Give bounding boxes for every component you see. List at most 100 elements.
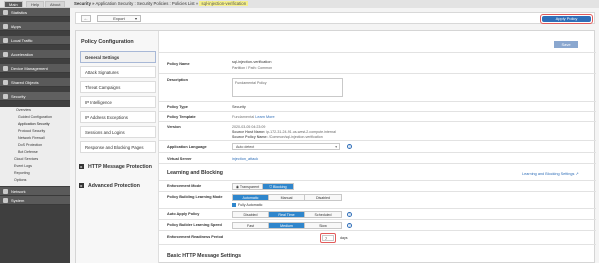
nav-sessions-and-logins[interactable]: Sessions and Logins (80, 126, 156, 138)
source-host-value: ip-172-31-24-91.us-west-2.compute.intern… (266, 130, 336, 134)
speed-slow-option[interactable]: Slow (305, 223, 341, 228)
partition-label: Partition / Path: (232, 66, 257, 70)
builder-mode-toggle: Automatic Manual Disabled (232, 194, 342, 201)
row-virtual-server: Virtual Server injection_attack (159, 152, 596, 163)
row-policy-template: Policy Template Fundamental Learn More (159, 111, 596, 121)
submenu-application-security[interactable]: Application Security (0, 121, 70, 127)
learning-speed-label: Policy Builder Learning Speed (167, 223, 222, 227)
tab-main[interactable]: Main (4, 1, 23, 7)
row-policy-type: Policy Type Security (159, 101, 596, 111)
help-icon[interactable]: ? (347, 212, 352, 217)
auto-apply-label: Auto Apply Policy (167, 212, 200, 216)
submenu-network-firewall[interactable]: Network Firewall (0, 135, 70, 141)
nav-response-blocking-pages[interactable]: Response and Blocking Pages (80, 141, 156, 153)
enforcement-mode-toggle: ◉ Transparent ⛉ Blocking (232, 183, 294, 190)
builder-manual-option[interactable]: Manual (269, 195, 305, 200)
submenu-guided-configuration[interactable]: Guided Configuration (0, 114, 70, 120)
sidebar-item-network[interactable]: Network (0, 187, 70, 196)
source-policy: Source Policy Name: /Common/sql-injectio… (232, 135, 323, 139)
sidebar-item-acceleration[interactable]: Acceleration (0, 50, 70, 59)
sidebar-item-system[interactable]: System (0, 196, 70, 205)
submenu-cloud-services[interactable]: Cloud Services (0, 156, 70, 162)
help-icon[interactable]: ? (347, 144, 352, 149)
external-link-icon: ↗ (575, 172, 579, 176)
nav-ip-intelligence[interactable]: IP Intelligence (80, 96, 156, 108)
nav-general-settings[interactable]: General Settings (80, 51, 156, 63)
description-label: Description (167, 78, 188, 82)
chevron-down-icon: ▾ (335, 145, 337, 149)
submenu-event-logs[interactable]: Event Logs (0, 163, 70, 169)
breadcrumb-prefix[interactable]: Security » (74, 1, 95, 6)
source-policy-label: Source Policy Name: (232, 135, 268, 139)
readiness-period-label: Enforcement Readiness Period (167, 235, 224, 239)
policy-name-value: sql-injection-verification (232, 60, 272, 64)
breadcrumb-path[interactable]: Application Security : Security Policies… (96, 1, 199, 6)
enforcement-blocking-option[interactable]: ⛉ Blocking (263, 184, 293, 189)
submenu-protocol-security[interactable]: Protocol Security (0, 128, 70, 134)
help-icon[interactable]: ? (347, 223, 352, 228)
apply-policy-button[interactable]: Apply Policy (542, 16, 591, 22)
auto-apply-scheduled-option[interactable]: Scheduled (305, 212, 341, 217)
sidebar-item-label: Shared Objects (11, 80, 39, 85)
description-textarea[interactable]: Fundamental Policy (232, 78, 343, 97)
speed-fast-option[interactable]: Fast (233, 223, 269, 228)
readiness-period-input[interactable]: 7 (322, 235, 334, 241)
device-management-icon (3, 66, 8, 71)
fully-automatic-checkbox[interactable]: Fully Automatic (232, 203, 262, 208)
chevron-down-icon: ▾ (134, 16, 137, 21)
sidebar-item-iapps[interactable]: iApps (0, 22, 70, 31)
submenu-bot-defense[interactable]: Bot Defense (0, 149, 70, 155)
policy-content: Policy Configuration General Settings At… (75, 30, 596, 263)
auto-apply-realtime-option[interactable]: Real Time (269, 212, 305, 217)
row-description: Description Fundamental Policy (159, 73, 596, 101)
submenu-reporting[interactable]: Reporting (0, 170, 70, 176)
row-policy-name: Policy Name sql-injection-verification P… (159, 52, 596, 73)
local-traffic-icon (3, 38, 8, 43)
submenu-overview[interactable]: Overview (0, 107, 70, 113)
nav-threat-campaigns[interactable]: Threat Campaigns (80, 81, 156, 93)
main-panel: ← Export ▾ Apply Policy Policy Configura… (70, 8, 599, 263)
sidebar-item-device-management[interactable]: Device Management (0, 64, 70, 73)
nav-ip-address-exceptions[interactable]: IP Address Exceptions (80, 111, 156, 123)
network-icon (3, 189, 8, 194)
statistics-icon (3, 10, 8, 15)
sidebar-item-statistics[interactable]: Statistics (0, 8, 70, 17)
submenu-dos-protection[interactable]: DoS Protection (0, 142, 70, 148)
tab-help[interactable]: Help (26, 1, 45, 7)
sidebar-item-local-traffic[interactable]: Local Traffic (0, 36, 70, 45)
sidebar-item-security[interactable]: Security (0, 92, 70, 101)
tab-about[interactable]: About (45, 1, 66, 7)
builder-automatic-option[interactable]: Automatic (233, 195, 269, 200)
back-button[interactable]: ← (81, 15, 91, 22)
export-label: Export (113, 16, 125, 21)
app-language-label: Application Language (167, 145, 207, 149)
expand-icon: ▸ (79, 164, 84, 170)
nav-section-label: Advanced Protection (88, 183, 140, 189)
partition-name: Common (257, 66, 273, 70)
speed-medium-option[interactable]: Medium (269, 223, 305, 228)
app-language-select[interactable]: Auto detect ▾ (232, 143, 340, 150)
virtual-server-link[interactable]: injection_attack (232, 157, 258, 161)
builder-disabled-option[interactable]: Disabled (305, 195, 341, 200)
sidebar-item-label: iApps (11, 24, 22, 29)
nav-section-advanced-protection[interactable]: ▸ Advanced Protection (79, 183, 140, 189)
sidebar-item-label: Network (11, 189, 26, 194)
nav-attack-signatures[interactable]: Attack Signatures (80, 66, 156, 78)
row-application-language: Application Language Auto detect ▾ ? (159, 140, 596, 152)
security-icon (3, 94, 8, 99)
save-button[interactable]: Save (554, 41, 578, 48)
sidebar-item-label: Local Traffic (11, 38, 33, 43)
version-date: 2020-03-05 04:23:09 (232, 125, 266, 129)
nav-section-http-message-protection[interactable]: ▸ HTTP Message Protection (79, 164, 152, 170)
sidebar-item-shared-objects[interactable]: Shared Objects (0, 78, 70, 87)
export-dropdown[interactable]: Export ▾ (97, 15, 141, 22)
policy-toolbar: ← Export ▾ Apply Policy (75, 12, 595, 24)
submenu-options[interactable]: Options (0, 177, 70, 183)
learning-settings-link[interactable]: Learning and Blocking Settings ↗ (522, 171, 579, 176)
learn-more-link[interactable]: Learn More (255, 115, 274, 119)
sidebar-item-label: System (11, 198, 25, 203)
enforcement-transparent-option[interactable]: ◉ Transparent (233, 184, 263, 189)
auto-apply-disabled-option[interactable]: Disabled (233, 212, 269, 217)
readiness-period-highlight: 7 (320, 233, 336, 243)
iapps-icon (3, 24, 8, 29)
